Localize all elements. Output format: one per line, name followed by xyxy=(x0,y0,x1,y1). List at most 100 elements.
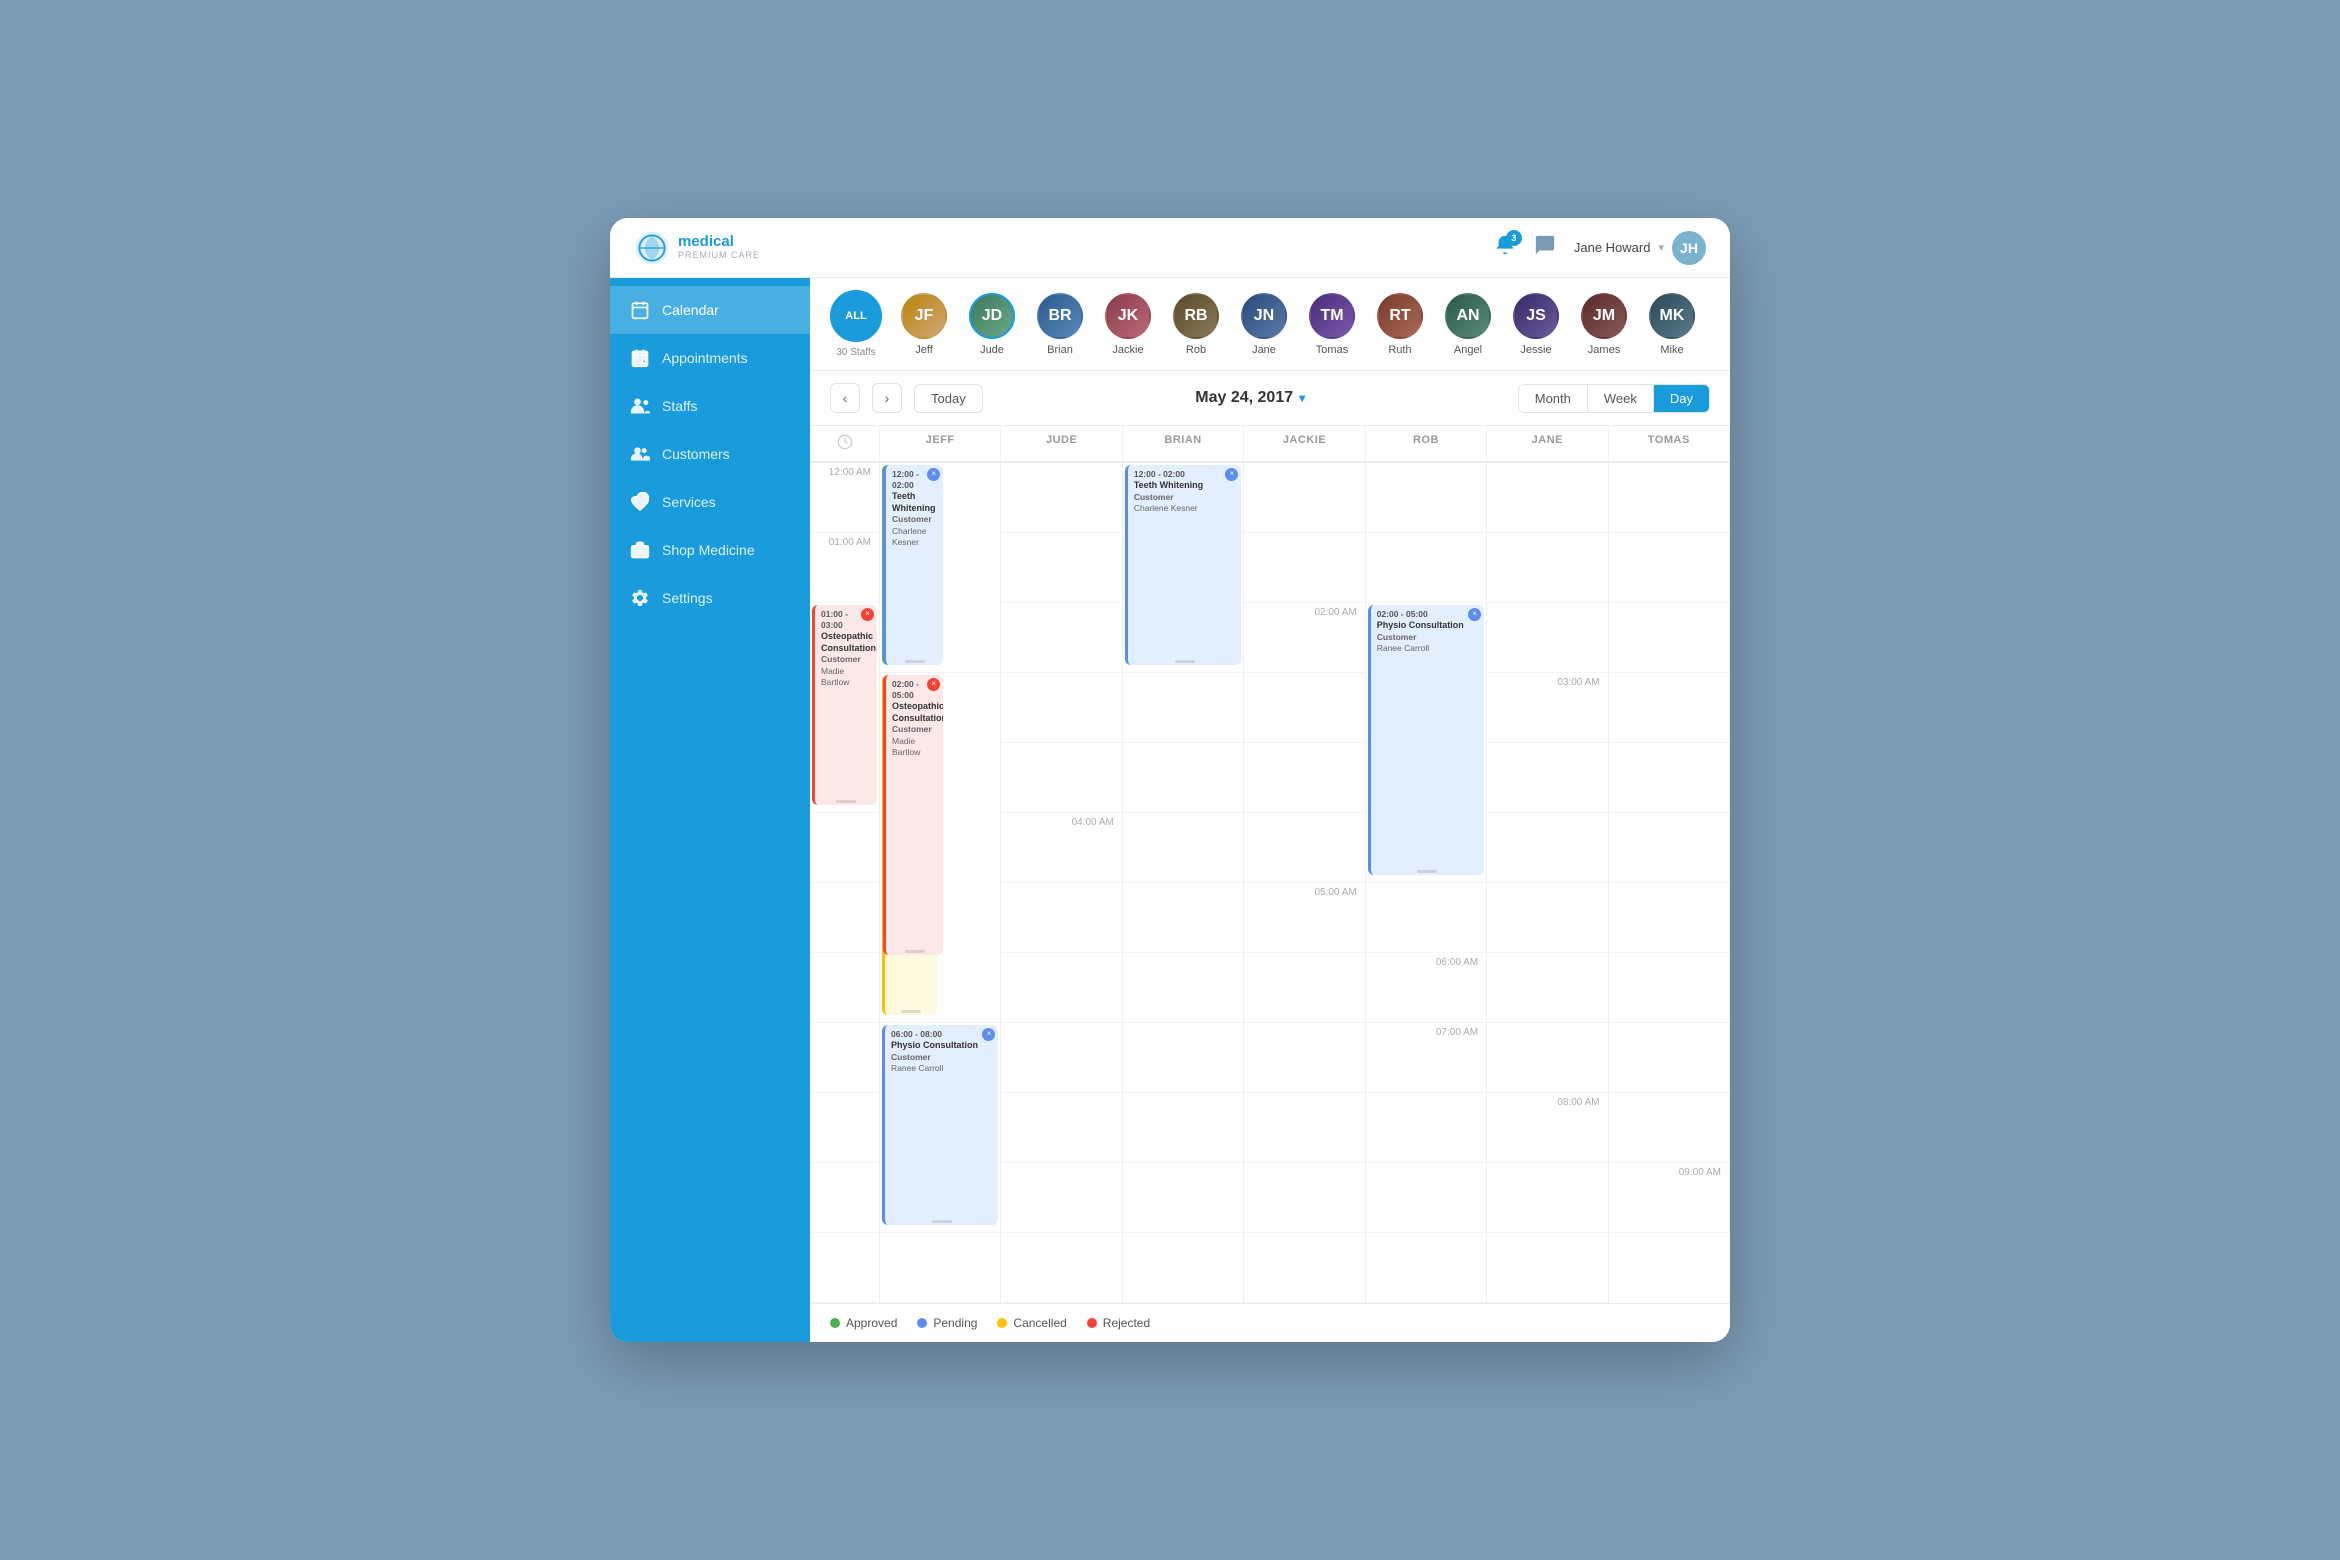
tomas-3am xyxy=(810,813,880,883)
jackie-2am: 02:00 - ... Hyg... & P... CustNor... × 0… xyxy=(880,673,1001,1023)
staff-angel[interactable]: AN Angel xyxy=(1442,293,1494,356)
chat-icon[interactable] xyxy=(1534,234,1556,261)
rob-6am xyxy=(1001,1023,1122,1093)
staff-name-tomas: Tomas xyxy=(1316,344,1348,356)
col-header-rob: ROB xyxy=(1366,426,1487,463)
staff-jane[interactable]: JN Jane xyxy=(1238,293,1290,356)
staff-jessie[interactable]: JS Jessie xyxy=(1510,293,1562,356)
user-avatar: JH xyxy=(1672,231,1706,265)
day-view-btn[interactable]: Day xyxy=(1654,385,1709,412)
jackie-4am xyxy=(1609,813,1730,883)
appt-jackie-osteo[interactable]: × 02:00 - 05:00 Osteopathic Consultation… xyxy=(883,675,943,955)
jude-6am xyxy=(1609,953,1730,1023)
jude-2am xyxy=(1487,603,1608,673)
main-content: ALL 30 Staffs JF Jeff JD Jude BR Brian xyxy=(810,278,1730,1342)
sidebar: Calendar Appointments Staffs Customers S… xyxy=(610,278,810,1342)
jackie-8am xyxy=(1123,1163,1244,1233)
staff-row: ALL 30 Staffs JF Jeff JD Jude BR Brian xyxy=(810,278,1730,371)
staff-name-angel: Angel xyxy=(1454,344,1482,356)
jane-3am xyxy=(1609,743,1730,813)
appt-jane-osteo[interactable]: × 01:00 - 03:00 Osteopathic Consultation… xyxy=(812,605,877,805)
services-icon xyxy=(630,492,650,512)
user-area[interactable]: Jane Howard ▾ JH xyxy=(1574,231,1706,265)
appt-jeff-physio[interactable]: × 02:00 - 05:00 Physio Consultation Cust… xyxy=(1368,605,1484,875)
close-jackie-physio2[interactable]: × xyxy=(982,1028,995,1041)
calendar-grid: JEFF JUDE BRIAN JACKIE ROB JANE TOMAS 12… xyxy=(810,426,1730,1303)
staff-tomas[interactable]: TM Tomas xyxy=(1306,293,1358,356)
dropdown-arrow: ▾ xyxy=(1658,241,1664,254)
calendar-icon xyxy=(630,300,650,320)
jude-3am xyxy=(1001,743,1122,813)
appt-brian-teeth[interactable]: × 12:00 - 02:00 Teeth Whitening Customer… xyxy=(1125,465,1241,665)
notification-bell[interactable]: 3 xyxy=(1494,234,1516,261)
header-right: 3 Jane Howard ▾ JH xyxy=(1494,231,1706,265)
staff-avatar-brian: BR xyxy=(1037,293,1083,339)
next-button[interactable]: › xyxy=(872,383,902,413)
sidebar-item-settings[interactable]: Settings xyxy=(610,574,810,622)
appt-jackie-physio-2[interactable]: × 06:00 - 08:00 Physio Consultation Cust… xyxy=(882,1025,998,1225)
month-view-btn[interactable]: Month xyxy=(1519,385,1588,412)
sidebar-item-services[interactable]: Services xyxy=(610,478,810,526)
time-4am: 04:00 AM xyxy=(1001,813,1122,883)
rob-8am xyxy=(1244,1163,1365,1233)
sidebar-label-customers: Customers xyxy=(662,446,730,462)
jackie-12am xyxy=(1244,463,1365,533)
close-jackie-osteo[interactable]: × xyxy=(927,678,940,691)
sidebar-item-appointments[interactable]: Appointments xyxy=(610,334,810,382)
tomas-1am xyxy=(1001,603,1122,673)
calendar-title: May 24, 2017 ▾ xyxy=(995,389,1506,407)
brian-6am xyxy=(810,1023,880,1093)
staff-avatar-angel: AN xyxy=(1445,293,1491,339)
staff-name-jeff: Jeff xyxy=(915,344,933,356)
rob-5am xyxy=(1001,953,1122,1023)
body: Calendar Appointments Staffs Customers S… xyxy=(610,278,1730,1342)
sidebar-item-calendar[interactable]: Calendar xyxy=(610,286,810,334)
sidebar-item-staffs[interactable]: Staffs xyxy=(610,382,810,430)
staff-ruth[interactable]: RT Ruth xyxy=(1374,293,1426,356)
legend-pending: Pending xyxy=(917,1316,977,1330)
staff-rob[interactable]: RB Rob xyxy=(1170,293,1222,356)
tomas-8am xyxy=(1487,1163,1608,1233)
week-view-btn[interactable]: Week xyxy=(1588,385,1654,412)
time-7am: 07:00 AM xyxy=(1366,1023,1487,1093)
jude-9am xyxy=(880,1233,1001,1303)
shop-medicine-icon xyxy=(630,540,650,560)
prev-button[interactable]: ‹ xyxy=(830,383,860,413)
today-button[interactable]: Today xyxy=(914,384,983,413)
brian-7am xyxy=(810,1093,880,1163)
appt-jeff-teeth[interactable]: × 12:00 - 02:00 Teeth Whitening Customer… xyxy=(883,465,943,665)
tomas-12am xyxy=(1609,463,1730,533)
appointments-icon xyxy=(630,348,650,368)
sidebar-label-settings: Settings xyxy=(662,590,713,606)
close-brian-teeth[interactable]: × xyxy=(1225,468,1238,481)
rob-2am xyxy=(1001,673,1122,743)
staff-jackie[interactable]: JK Jackie xyxy=(1102,293,1154,356)
staff-jude[interactable]: JD Jude xyxy=(966,293,1018,356)
time-5am: 05:00 AM xyxy=(1244,883,1365,953)
close-jeff-teeth[interactable]: × xyxy=(927,468,940,481)
rob-3am xyxy=(1487,743,1608,813)
close-jeff-physio[interactable]: × xyxy=(1468,608,1481,621)
staff-jeff[interactable]: JF Jeff xyxy=(898,293,950,356)
all-avatar: ALL xyxy=(830,290,882,342)
jude-12am xyxy=(1001,463,1122,533)
staff-james[interactable]: JM James xyxy=(1578,293,1630,356)
jeff-6am xyxy=(1487,953,1608,1023)
jackie-7am xyxy=(1001,1093,1122,1163)
jane-1am: × 01:00 - 03:00 Osteopathic Consultation… xyxy=(810,603,880,813)
staff-all[interactable]: ALL 30 Staffs xyxy=(830,290,882,358)
calendar-controls: ‹ › Today May 24, 2017 ▾ Month Week Day xyxy=(810,371,1730,426)
staff-name-james: James xyxy=(1588,344,1620,356)
jackie-9am xyxy=(1123,1233,1244,1303)
main-window: medical PREMIUM CARE 3 Jane Howard ▾ JH xyxy=(610,218,1730,1342)
staff-brian[interactable]: BR Brian xyxy=(1034,293,1086,356)
jane-7am xyxy=(1244,1093,1365,1163)
staff-mike[interactable]: MK Mike xyxy=(1646,293,1698,356)
staff-avatar-ruth: RT xyxy=(1377,293,1423,339)
sidebar-item-customers[interactable]: Customers xyxy=(610,430,810,478)
rob-1am xyxy=(1609,533,1730,603)
close-jane-osteo[interactable]: × xyxy=(861,608,874,621)
sidebar-item-shop-medicine[interactable]: Shop Medicine xyxy=(610,526,810,574)
time-2am: 02:00 AM xyxy=(1244,603,1365,673)
calendar-dropdown-arrow[interactable]: ▾ xyxy=(1299,391,1305,405)
